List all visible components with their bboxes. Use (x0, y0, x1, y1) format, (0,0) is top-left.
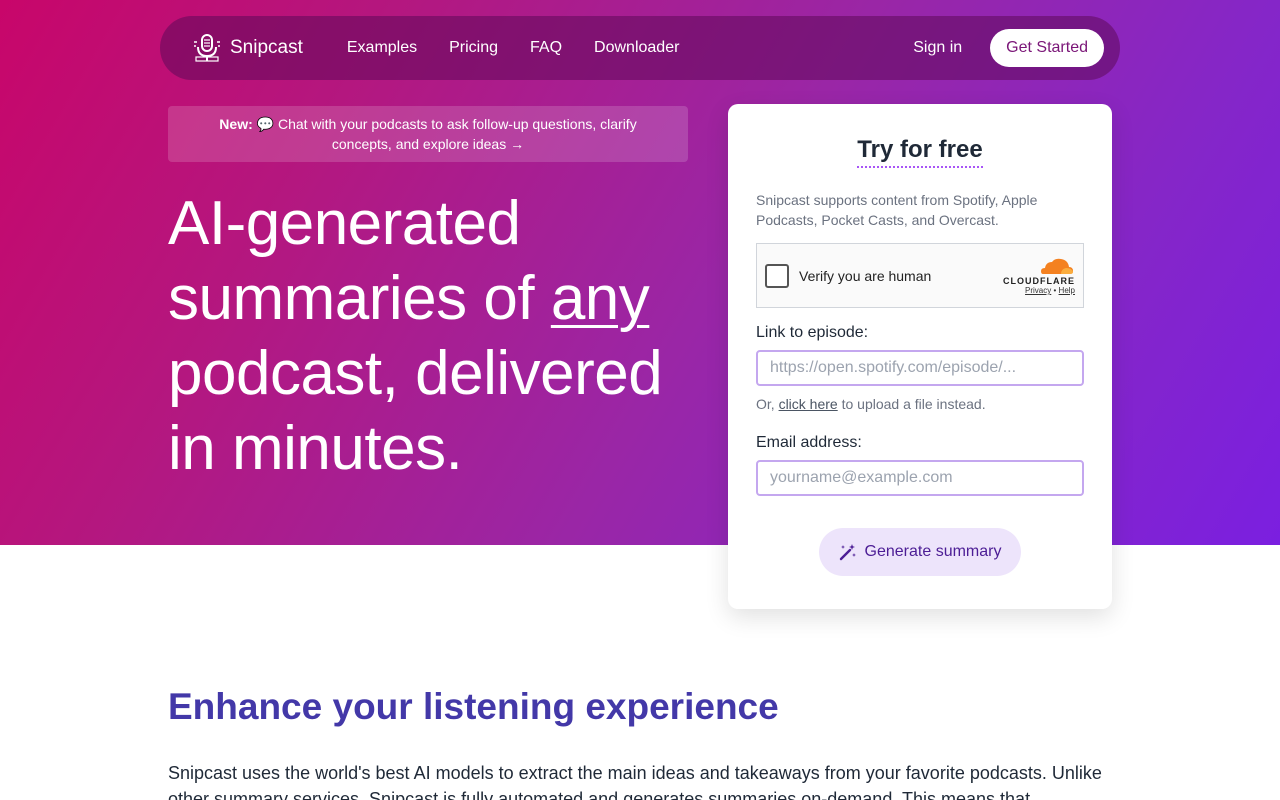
nav-link-downloader[interactable]: Downloader (594, 39, 679, 57)
magic-wand-icon (839, 544, 856, 561)
headline-line-3: podcast, delivered (168, 339, 663, 408)
nav-link-examples[interactable]: Examples (347, 39, 417, 57)
top-nav: Snipcast Examples Pricing FAQ Downloader… (160, 16, 1120, 80)
headline-line-1: AI-generated (168, 189, 521, 258)
headline-line-4: in minutes. (168, 414, 463, 483)
upload-prefix: Or, (756, 396, 779, 412)
captcha-checkbox[interactable] (765, 263, 789, 288)
announcement-banner[interactable]: New: 💬 Chat with your podcasts to ask fo… (168, 106, 688, 162)
cloudflare-cloud-icon (1041, 258, 1073, 274)
headline-emphasis: any (550, 264, 650, 333)
captcha-help-link[interactable]: Help (1059, 286, 1075, 295)
headline-line-2: summaries of (168, 264, 551, 333)
captcha-label: Verify you are human (799, 267, 932, 284)
signup-card: Try for free Snipcast supports content f… (728, 104, 1112, 609)
captcha-widget: Verify you are human CLOUDFLARE Privacy … (756, 243, 1084, 308)
announcement-text: Chat with your podcasts to ask follow-up… (277, 116, 637, 152)
announcement-label: New: (219, 116, 253, 132)
email-label: Email address: (756, 434, 862, 451)
brand-name: Snipcast (230, 37, 303, 58)
generate-summary-button[interactable]: Generate summary (818, 528, 1022, 576)
episode-link-label: Link to episode: (756, 324, 869, 341)
features-body: Snipcast uses the world's best AI models… (168, 763, 1102, 800)
upload-suffix: to upload a file instead. (837, 396, 986, 412)
microphone-logo-icon (194, 34, 220, 62)
nav-links: Examples Pricing FAQ Downloader (347, 39, 712, 57)
cloudflare-branding: CLOUDFLARE Privacy • Help (1003, 256, 1075, 295)
episode-link-input[interactable] (756, 350, 1084, 386)
get-started-button[interactable]: Get Started (990, 29, 1104, 67)
captcha-privacy-link[interactable]: Privacy (1025, 286, 1051, 295)
hero-headline: AI-generated summaries of any podcast, d… (168, 186, 708, 486)
brand-link[interactable]: Snipcast (192, 33, 303, 63)
generate-summary-label: Generate summary (864, 543, 1002, 560)
nav-link-faq[interactable]: FAQ (530, 39, 562, 57)
cloudflare-wordmark: CLOUDFLARE (1003, 276, 1075, 286)
sign-in-link[interactable]: Sign in (913, 39, 962, 57)
nav-link-pricing[interactable]: Pricing (449, 39, 498, 57)
supported-platforms-note: Snipcast supports content from Spotify, … (756, 192, 1038, 228)
nav-actions: Sign in Get Started (913, 29, 1104, 67)
captcha-separator: • (1053, 286, 1057, 295)
email-input[interactable] (756, 460, 1084, 496)
features-heading: Enhance your listening experience (168, 686, 779, 727)
upload-note: Or, click here to upload a file instead. (756, 396, 1084, 412)
chat-bubble-icon: 💬 (256, 116, 275, 132)
card-title: Try for free (857, 136, 983, 168)
captcha-links: Privacy • Help (1003, 286, 1075, 295)
upload-file-link[interactable]: click here (779, 396, 838, 412)
